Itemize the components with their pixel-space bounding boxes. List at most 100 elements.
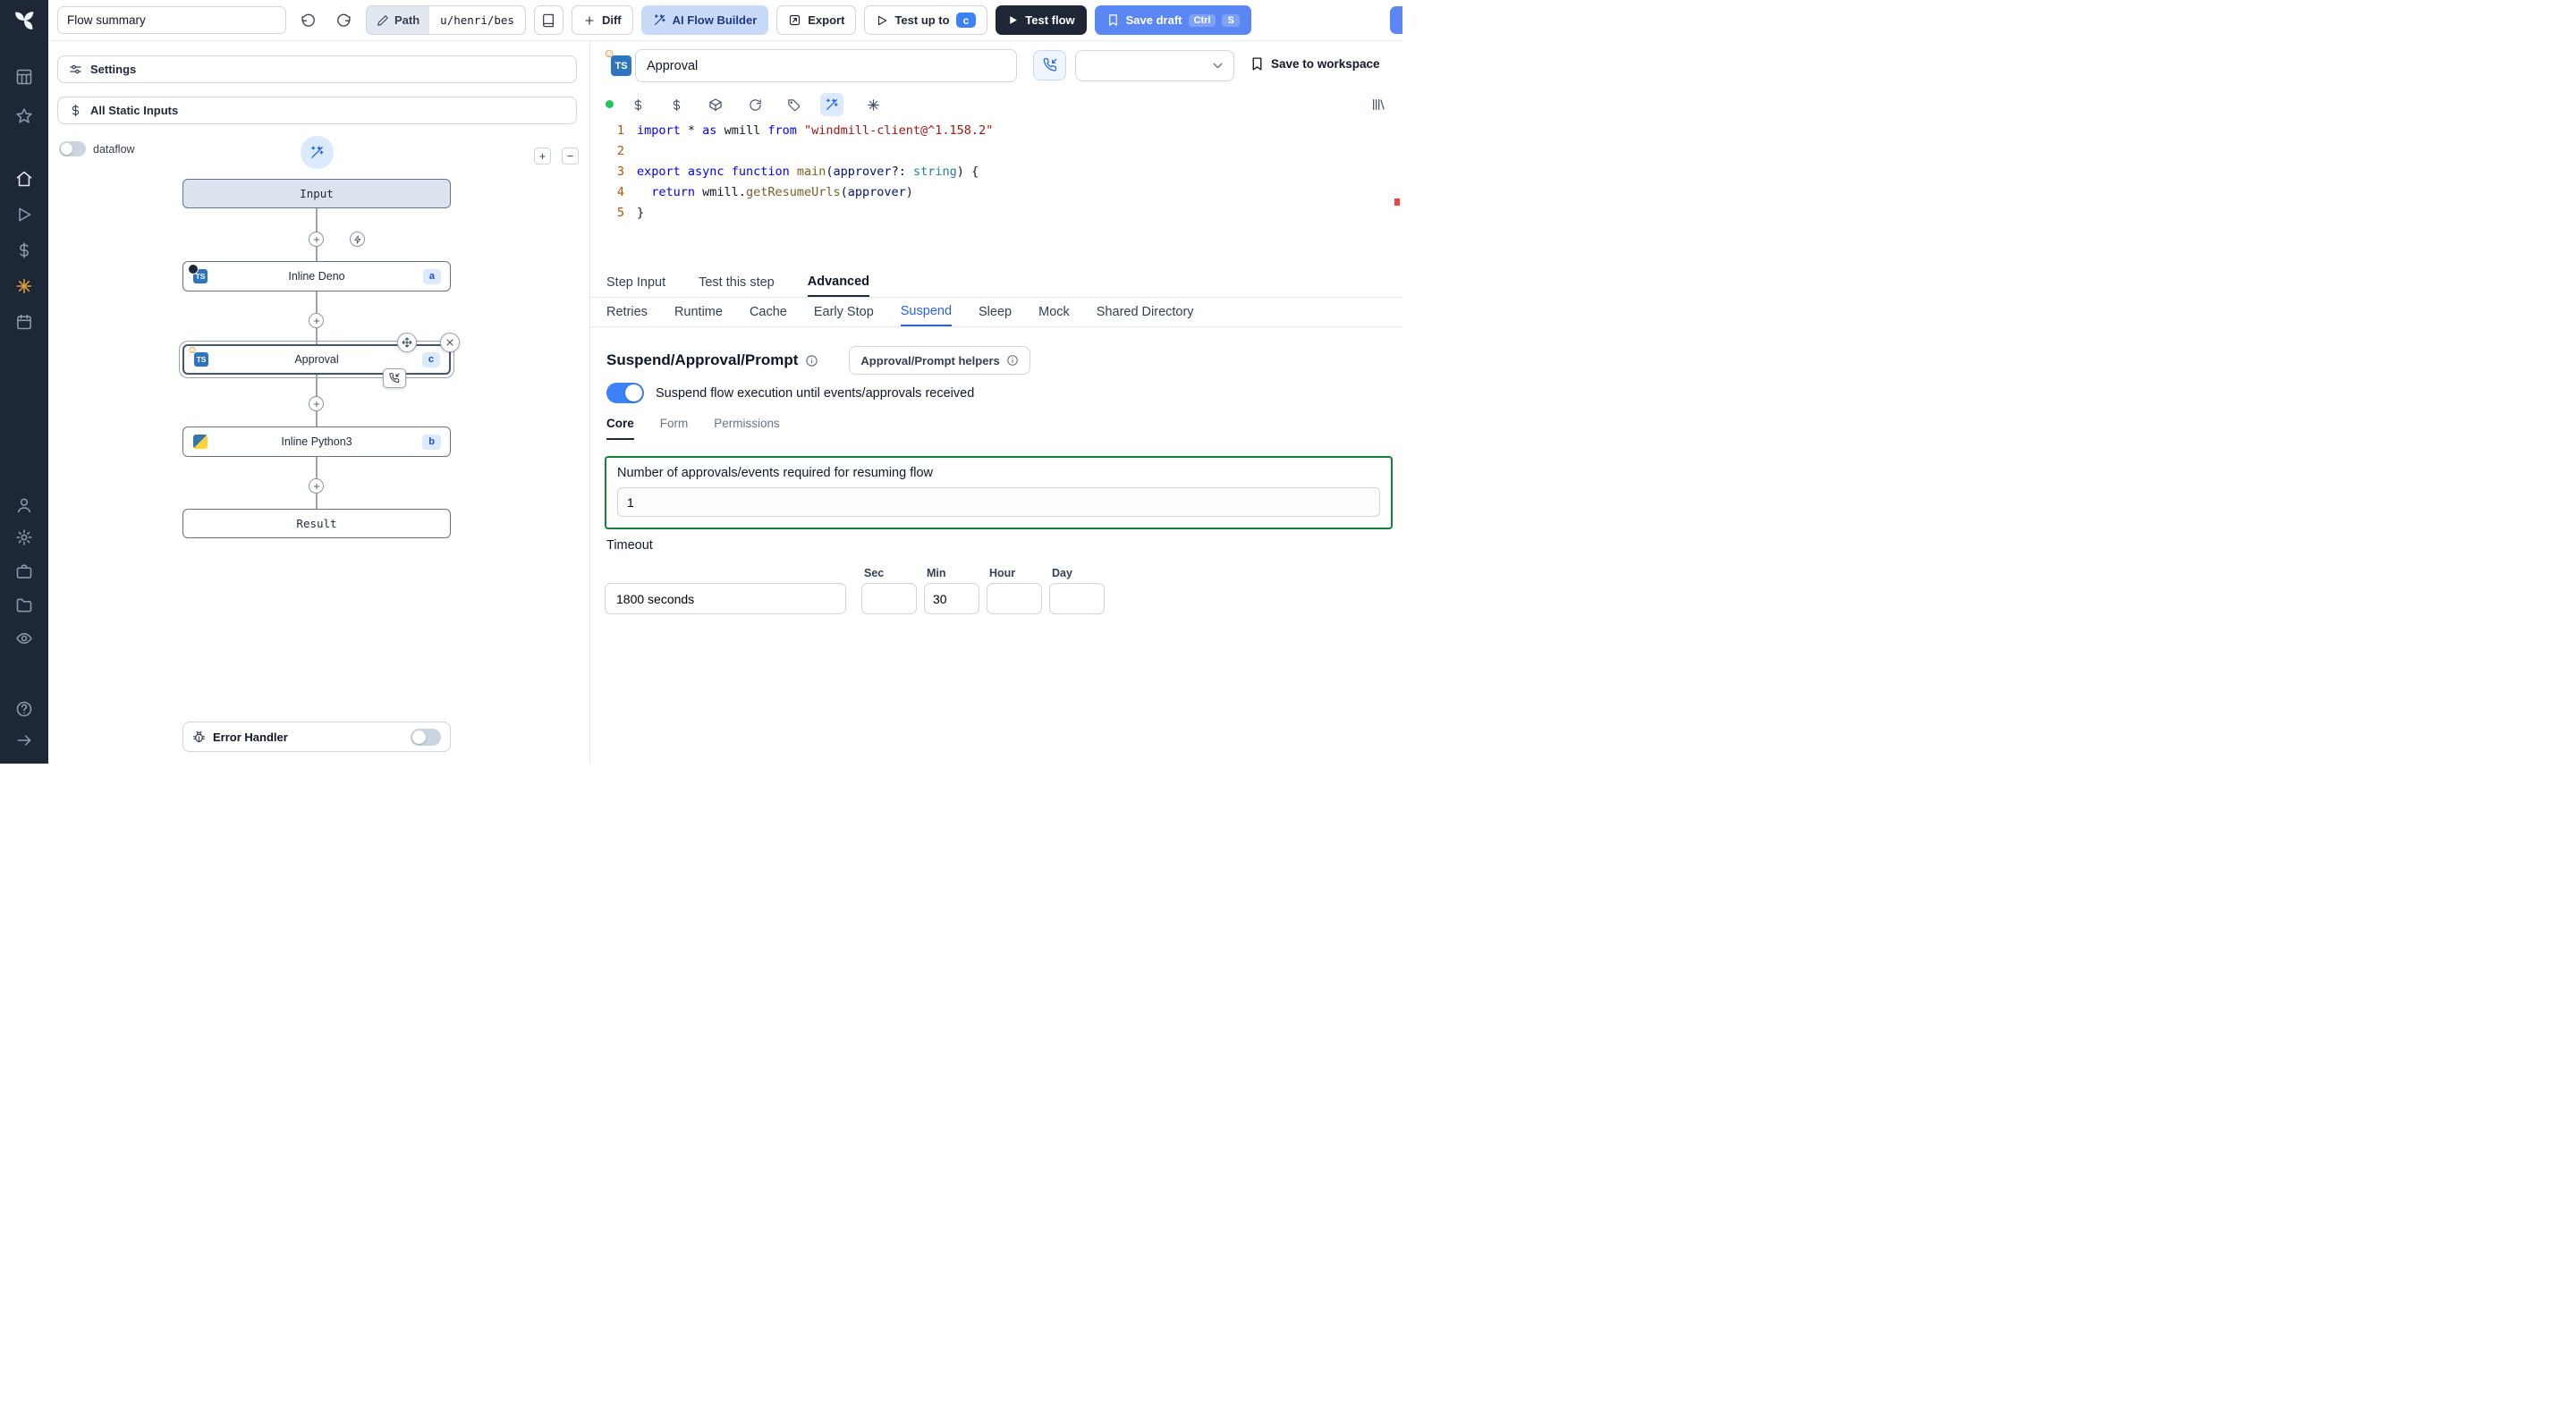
undo-button[interactable]: [294, 6, 322, 34]
tab-early-stop[interactable]: Early Stop: [814, 298, 874, 326]
flow-node-inline-python[interactable]: Inline Python3 b: [182, 427, 451, 457]
add-step-button-1[interactable]: [309, 232, 324, 247]
add-trigger-button[interactable]: [350, 232, 365, 247]
wand-icon: [825, 97, 839, 112]
wand-icon: [653, 13, 666, 27]
path-editor-button[interactable]: Path u/henri/bes: [366, 5, 526, 35]
editor-library-button[interactable]: [1367, 93, 1390, 116]
test-up-to-button[interactable]: Test up to c: [864, 5, 988, 35]
tab-mock[interactable]: Mock: [1038, 298, 1070, 326]
editor-resources-button[interactable]: [665, 93, 688, 116]
sliders-icon: [69, 63, 82, 76]
redo-button[interactable]: [330, 6, 358, 34]
helpers-button-label: Approval/Prompt helpers: [860, 353, 1000, 367]
ai-flow-builder-button[interactable]: AI Flow Builder: [640, 5, 769, 35]
editor-ai-assist-button[interactable]: [820, 93, 843, 116]
star-icon: [15, 107, 33, 125]
sidebar-item-favorites[interactable]: [15, 107, 33, 125]
delete-step-button[interactable]: [440, 333, 460, 352]
approval-phone-badge-button[interactable]: [383, 368, 406, 388]
timeout-hour-input[interactable]: [987, 583, 1042, 614]
tab-runtime[interactable]: Runtime: [674, 298, 723, 326]
zoom-out-button[interactable]: −: [562, 148, 579, 165]
tab-cache[interactable]: Cache: [750, 298, 787, 326]
sidebar-item-runs[interactable]: [15, 206, 33, 224]
sidebar-item-workers[interactable]: [15, 562, 33, 580]
deploy-button-partial[interactable]: [1390, 6, 1402, 34]
flow-node-result[interactable]: Result: [182, 509, 451, 538]
sidebar-item-help[interactable]: [15, 700, 33, 718]
editor-tag-button[interactable]: [782, 93, 805, 116]
windmill-logo-icon[interactable]: [12, 8, 37, 33]
sidebar-item-audit[interactable]: [15, 629, 33, 647]
move-step-button[interactable]: [397, 333, 417, 352]
sidebar-item-users[interactable]: [15, 496, 33, 514]
template-select[interactable]: [1075, 50, 1234, 81]
tab-core[interactable]: Core: [606, 417, 634, 440]
tab-test-this-step[interactable]: Test this step: [699, 268, 775, 297]
tab-form[interactable]: Form: [660, 417, 689, 440]
briefcase-icon: [15, 562, 33, 580]
timeout-day-input[interactable]: [1049, 583, 1105, 614]
approvals-required-input[interactable]: [617, 487, 1380, 517]
redo-icon: [336, 13, 352, 28]
code-editor[interactable]: 12345 import * as wmill from "windmill-c…: [590, 119, 1394, 264]
tab-step-input[interactable]: Step Input: [606, 268, 665, 297]
zoom-in-button[interactable]: +: [534, 148, 551, 165]
sidebar-item-home[interactable]: [15, 170, 33, 188]
editor-reload-button[interactable]: [743, 93, 767, 116]
sidebar-item-variables[interactable]: [15, 241, 33, 259]
timeout-min-input[interactable]: [924, 583, 979, 614]
dataflow-toggle[interactable]: [59, 141, 86, 156]
tag-icon: [787, 98, 801, 112]
tab-permissions[interactable]: Permissions: [714, 417, 780, 440]
tab-shared-directory[interactable]: Shared Directory: [1097, 298, 1194, 326]
docs-button[interactable]: [533, 5, 564, 35]
sidebar-item-hub[interactable]: [15, 277, 33, 295]
editor-format-button[interactable]: [861, 93, 885, 116]
flow-node-inline-deno[interactable]: TS Inline Deno a: [182, 261, 451, 291]
sidebar-item-grid[interactable]: [15, 68, 33, 86]
add-step-button-4[interactable]: [309, 478, 324, 494]
dollar-icon: [15, 241, 33, 259]
timeout-seconds-input[interactable]: [605, 583, 846, 614]
tab-sleep[interactable]: Sleep: [979, 298, 1012, 326]
error-handler-toggle[interactable]: [411, 728, 441, 746]
diff-button[interactable]: Diff: [571, 5, 633, 35]
path-chip: Path: [367, 6, 430, 34]
approvals-required-box: Number of approvals/events required for …: [605, 456, 1393, 529]
timeout-sec-input[interactable]: [861, 583, 917, 614]
error-handler-row[interactable]: Error Handler: [182, 722, 451, 752]
editor-package-button[interactable]: [704, 93, 727, 116]
suspend-smiley-overlay-icon: ☺: [187, 343, 199, 356]
flow-summary-input[interactable]: [57, 6, 286, 34]
step-id-badge: a: [422, 268, 441, 284]
save-to-workspace-button[interactable]: Save to workspace: [1250, 56, 1380, 72]
step-name-input[interactable]: [635, 49, 1017, 82]
export-button[interactable]: Export: [776, 5, 857, 35]
suspend-phone-indicator-button[interactable]: [1033, 50, 1066, 80]
flow-settings-button[interactable]: Settings: [57, 55, 577, 83]
all-static-inputs-button[interactable]: All Static Inputs: [57, 97, 577, 124]
code-lines: import * as wmill from "windmill-client@…: [637, 123, 994, 220]
move-icon: [402, 337, 412, 348]
tab-advanced[interactable]: Advanced: [807, 268, 870, 297]
tab-retries[interactable]: Retries: [606, 298, 648, 326]
user-icon: [15, 496, 33, 514]
save-draft-button[interactable]: Save draft Ctrl S: [1094, 5, 1251, 35]
approval-prompt-helpers-button[interactable]: Approval/Prompt helpers: [849, 346, 1030, 375]
ai-step-wand-button[interactable]: [301, 136, 334, 169]
sidebar-expand-button[interactable]: [15, 731, 33, 749]
suspend-title: Suspend/Approval/Prompt: [606, 351, 799, 368]
sidebar-item-schedules[interactable]: [15, 313, 33, 331]
sidebar-item-settings[interactable]: [15, 528, 33, 546]
flow-node-input[interactable]: Input: [182, 179, 451, 208]
add-step-button-2[interactable]: [309, 313, 324, 328]
editor-vars-button[interactable]: [626, 93, 649, 116]
play-icon: [15, 206, 33, 224]
suspend-enable-toggle[interactable]: [606, 383, 644, 403]
test-flow-button[interactable]: Test flow: [996, 5, 1087, 35]
add-step-button-3[interactable]: [309, 396, 324, 411]
sidebar-item-folders[interactable]: [15, 596, 33, 614]
tab-suspend[interactable]: Suspend: [900, 298, 953, 326]
